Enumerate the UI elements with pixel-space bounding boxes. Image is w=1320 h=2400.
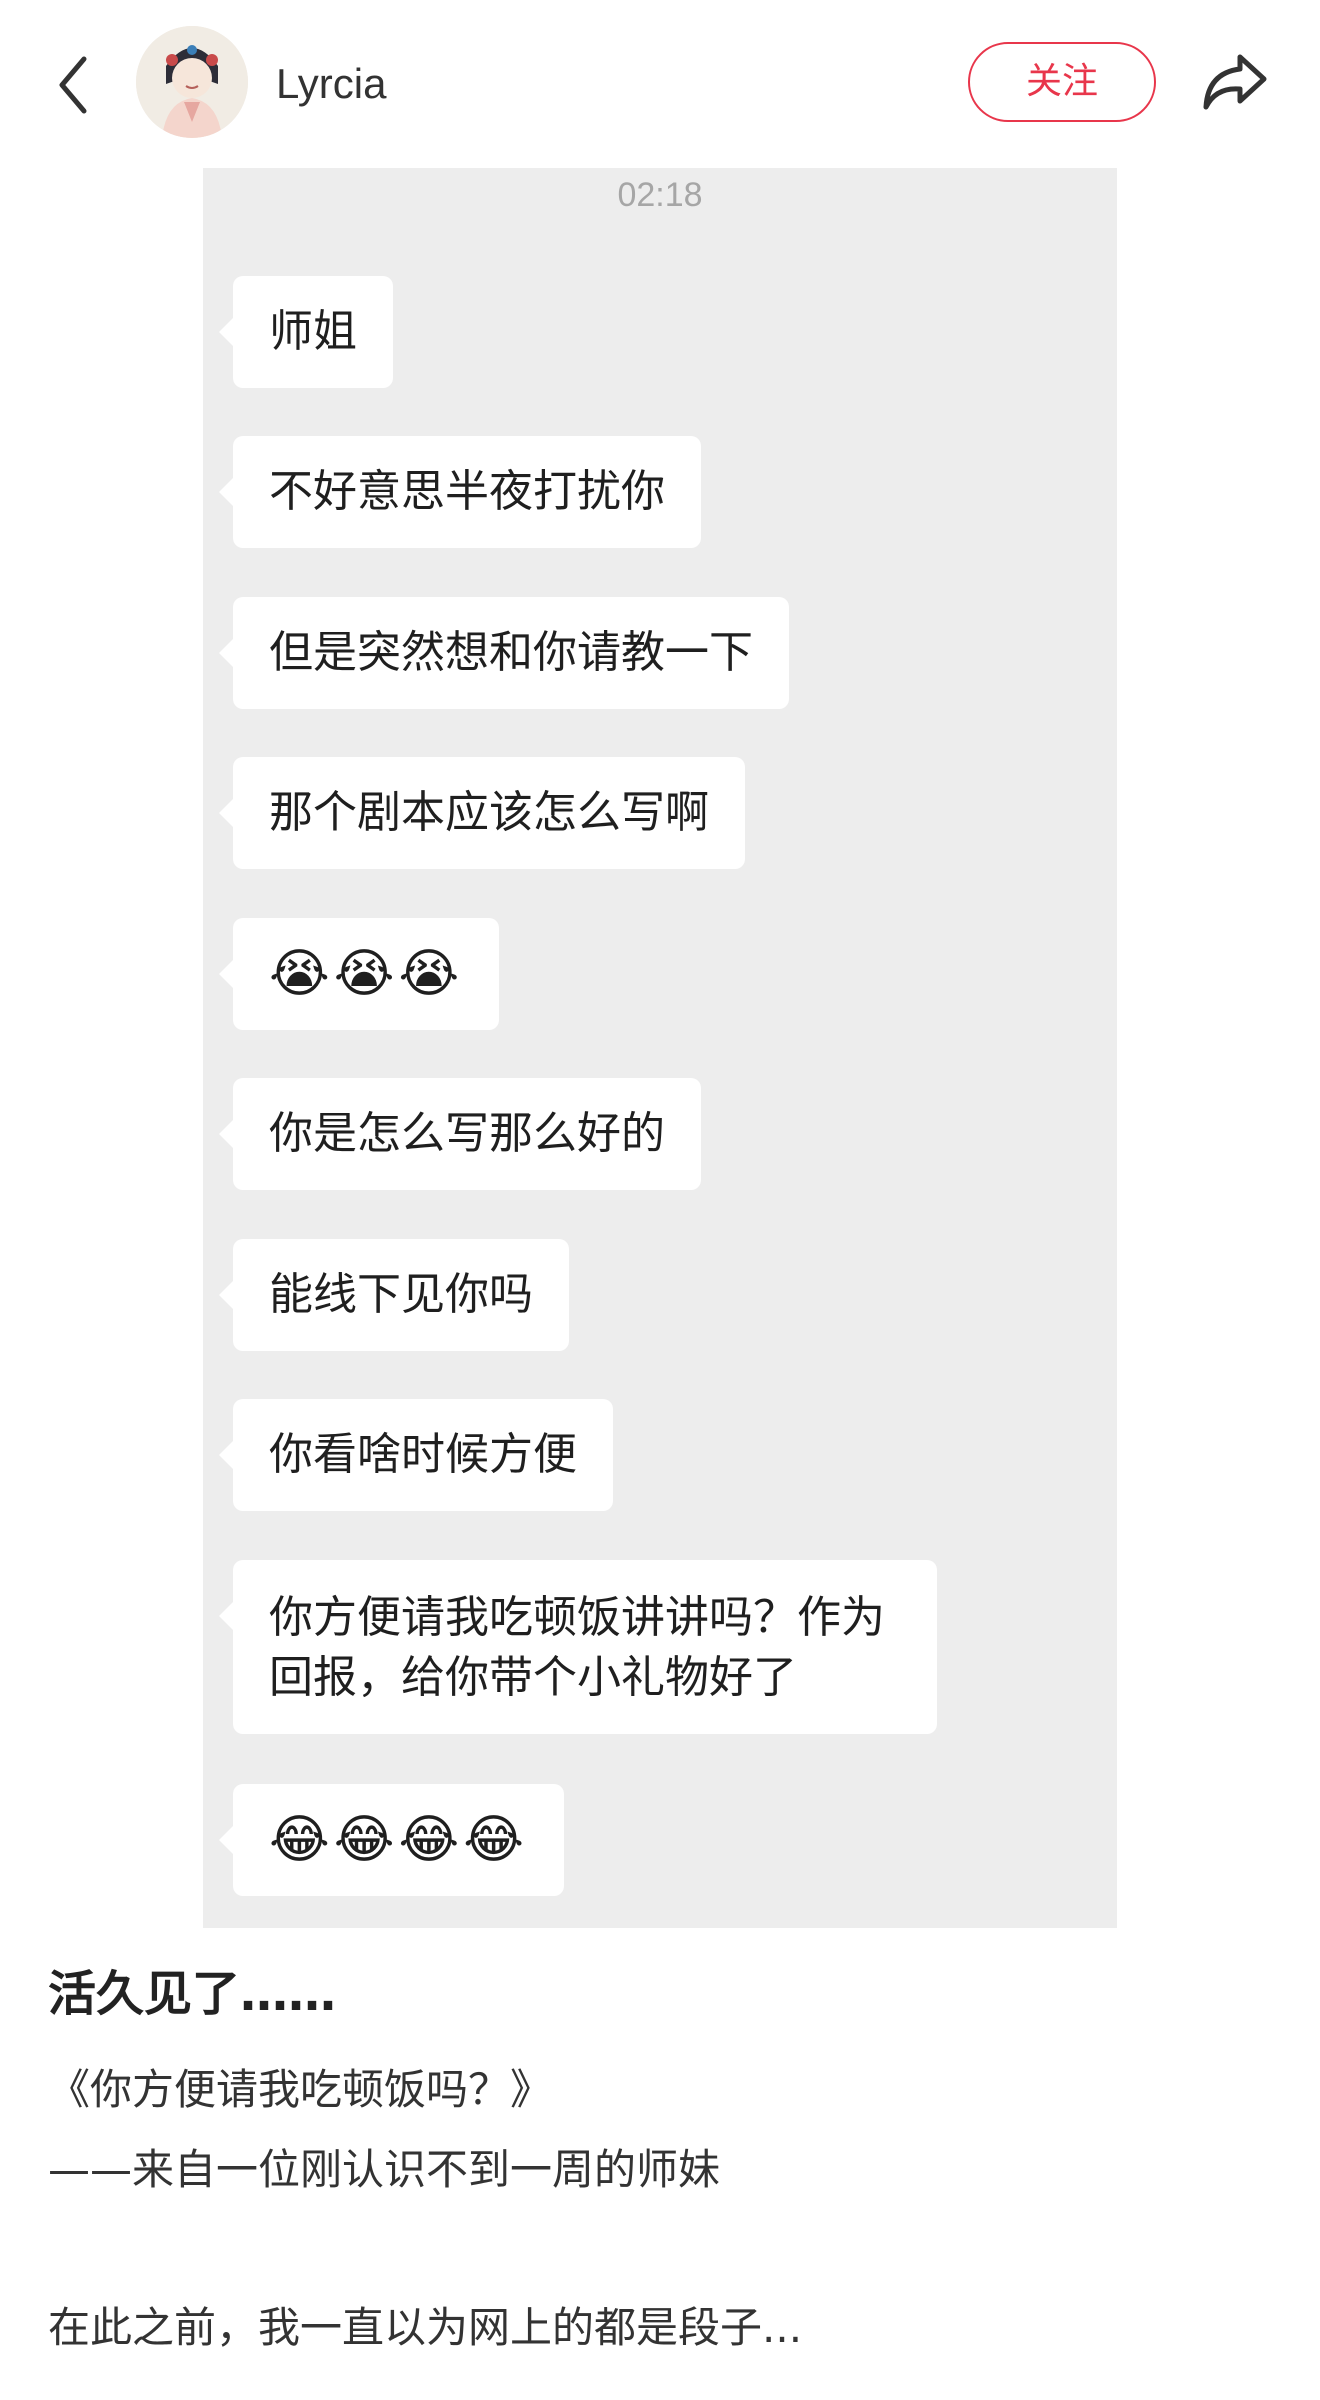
avatar[interactable] [136, 26, 248, 138]
chat-bubble: 不好意思半夜打扰你 [219, 436, 701, 548]
post-body-line: ——来自一位刚认识不到一周的师妹 [48, 2145, 721, 2194]
share-icon [1203, 54, 1267, 110]
follow-button[interactable]: 关注 [968, 42, 1156, 122]
post-body-line: 在此之前，我一直以为网上的都是段子... [48, 2303, 803, 2352]
back-button[interactable] [44, 40, 104, 130]
chat-bubble: 师姐 [219, 276, 393, 388]
back-icon [59, 56, 87, 114]
chat-bubble-emoji: 😭😭😭 [218, 918, 500, 1030]
post-header: Lyrcia 关注 [0, 0, 1320, 166]
author-name[interactable]: Lyrcia [276, 54, 386, 114]
chat-timestamp: 02:18 [617, 176, 703, 214]
chat-bubble: 但是突然想和你请教一下 [219, 597, 789, 709]
chat-bubble: 能线下见你吗 [219, 1239, 569, 1351]
chat-bubble: 你方便请我吃顿饭讲讲吗？作为回报，给你带个小礼物好了 [219, 1560, 937, 1734]
chat-bubble: 你看啥时候方便 [219, 1399, 613, 1511]
post-title: 活久见了…… [48, 1966, 337, 2022]
post-body-line: 《你方便请我吃顿饭吗？》 [48, 2065, 553, 2114]
avatar-illustration [136, 26, 248, 138]
chat-bubble: 那个剧本应该怎么写啊 [219, 757, 745, 869]
share-button[interactable] [1190, 42, 1280, 122]
chat-bubble: 你是怎么写那么好的 [219, 1078, 701, 1190]
chat-screenshot-image[interactable]: 02:18 师姐 不好意思半夜打扰你 但是突然想和你请教一下 那个剧本应该怎么写… [203, 168, 1117, 1928]
chat-bubble-emoji: 😂😂😂😂 [218, 1784, 565, 1896]
